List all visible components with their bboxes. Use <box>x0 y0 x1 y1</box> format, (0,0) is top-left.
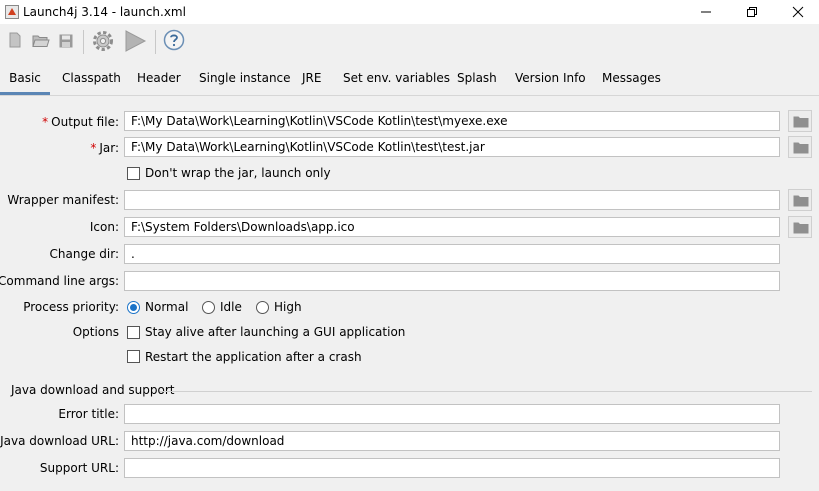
output-file-field[interactable] <box>124 111 780 131</box>
run-icon[interactable] <box>123 29 147 53</box>
priority-high-radio[interactable] <box>256 301 269 314</box>
title-bar: Launch4j 3.14 - launch.xml <box>0 0 819 24</box>
close-button[interactable] <box>775 0 819 24</box>
icon-label: Icon: <box>89 220 119 234</box>
restore-icon <box>747 7 757 17</box>
command-line-args-label: Command line args: <box>0 274 119 288</box>
java-download-url-field[interactable] <box>124 431 780 451</box>
jar-label: * Jar: <box>90 141 119 155</box>
wrapper-manifest-browse-button[interactable] <box>788 189 812 211</box>
output-file-browse-button[interactable] <box>788 110 812 132</box>
required-marker: * <box>90 141 97 155</box>
toolbar-separator <box>155 30 156 54</box>
support-url-label: Support URL: <box>39 461 119 475</box>
priority-idle-label: Idle <box>220 300 242 314</box>
stay-alive-checkbox[interactable] <box>127 326 140 339</box>
save-icon[interactable] <box>59 34 73 48</box>
open-folder-icon[interactable] <box>32 34 50 48</box>
restart-after-crash-checkbox[interactable] <box>127 350 140 363</box>
tab-messages[interactable]: Messages <box>602 64 661 93</box>
java-download-url-label: Java download URL: <box>0 434 119 448</box>
options-label: Options <box>72 325 119 339</box>
minimize-button[interactable] <box>683 0 729 24</box>
priority-idle-radio[interactable] <box>202 301 215 314</box>
dont-wrap-label: Don't wrap the jar, launch only <box>145 166 331 180</box>
process-priority-label: Process priority: <box>23 300 119 314</box>
jar-browse-button[interactable] <box>788 136 812 158</box>
section-divider <box>160 391 812 392</box>
tab-single-instance[interactable]: Single instance <box>199 64 291 93</box>
stay-alive-label: Stay alive after launching a GUI applica… <box>145 325 406 339</box>
wrapper-manifest-label: Wrapper manifest: <box>7 193 119 207</box>
wrapper-manifest-field[interactable] <box>124 190 780 210</box>
java-download-section-title: Java download and support <box>11 383 175 397</box>
icon-browse-button[interactable] <box>788 216 812 238</box>
build-gear-icon[interactable] <box>91 29 115 53</box>
folder-icon <box>793 195 809 207</box>
jar-field[interactable] <box>124 137 780 157</box>
error-title-label: Error title: <box>58 407 119 421</box>
tab-splash[interactable]: Splash <box>457 64 497 93</box>
minimize-icon <box>701 11 711 13</box>
tab-classpath[interactable]: Classpath <box>62 64 121 93</box>
help-icon[interactable] <box>163 29 185 51</box>
tab-version-info[interactable]: Version Info <box>515 64 586 93</box>
support-url-field[interactable] <box>124 458 780 478</box>
tab-jre[interactable]: JRE <box>302 64 321 93</box>
error-title-field[interactable] <box>124 404 780 424</box>
restore-button[interactable] <box>729 0 775 24</box>
required-marker: * <box>42 115 49 129</box>
command-line-args-field[interactable] <box>124 271 780 291</box>
tab-bar: Basic Classpath Header Single instance J… <box>0 64 819 96</box>
toolbar-separator <box>83 30 84 54</box>
launch4j-app-icon <box>5 5 19 19</box>
priority-normal-label: Normal <box>145 300 189 314</box>
priority-normal-radio[interactable] <box>127 301 140 314</box>
icon-field[interactable] <box>124 217 780 237</box>
priority-high-label: High <box>274 300 302 314</box>
change-dir-label: Change dir: <box>49 247 119 261</box>
window-title: Launch4j 3.14 - launch.xml <box>23 5 186 19</box>
tab-header[interactable]: Header <box>137 64 181 93</box>
folder-icon <box>793 116 809 128</box>
restart-after-crash-label: Restart the application after a crash <box>145 350 362 364</box>
output-file-label: * Output file: <box>42 115 119 129</box>
folder-icon <box>793 142 809 154</box>
tab-basic[interactable]: Basic <box>0 64 50 95</box>
folder-icon <box>793 222 809 234</box>
toolbar <box>0 24 819 58</box>
new-file-icon[interactable] <box>9 32 21 48</box>
tab-set-env-variables[interactable]: Set env. variables <box>343 64 450 93</box>
close-icon <box>792 6 804 18</box>
dont-wrap-checkbox[interactable] <box>127 167 140 180</box>
change-dir-field[interactable] <box>124 244 780 264</box>
